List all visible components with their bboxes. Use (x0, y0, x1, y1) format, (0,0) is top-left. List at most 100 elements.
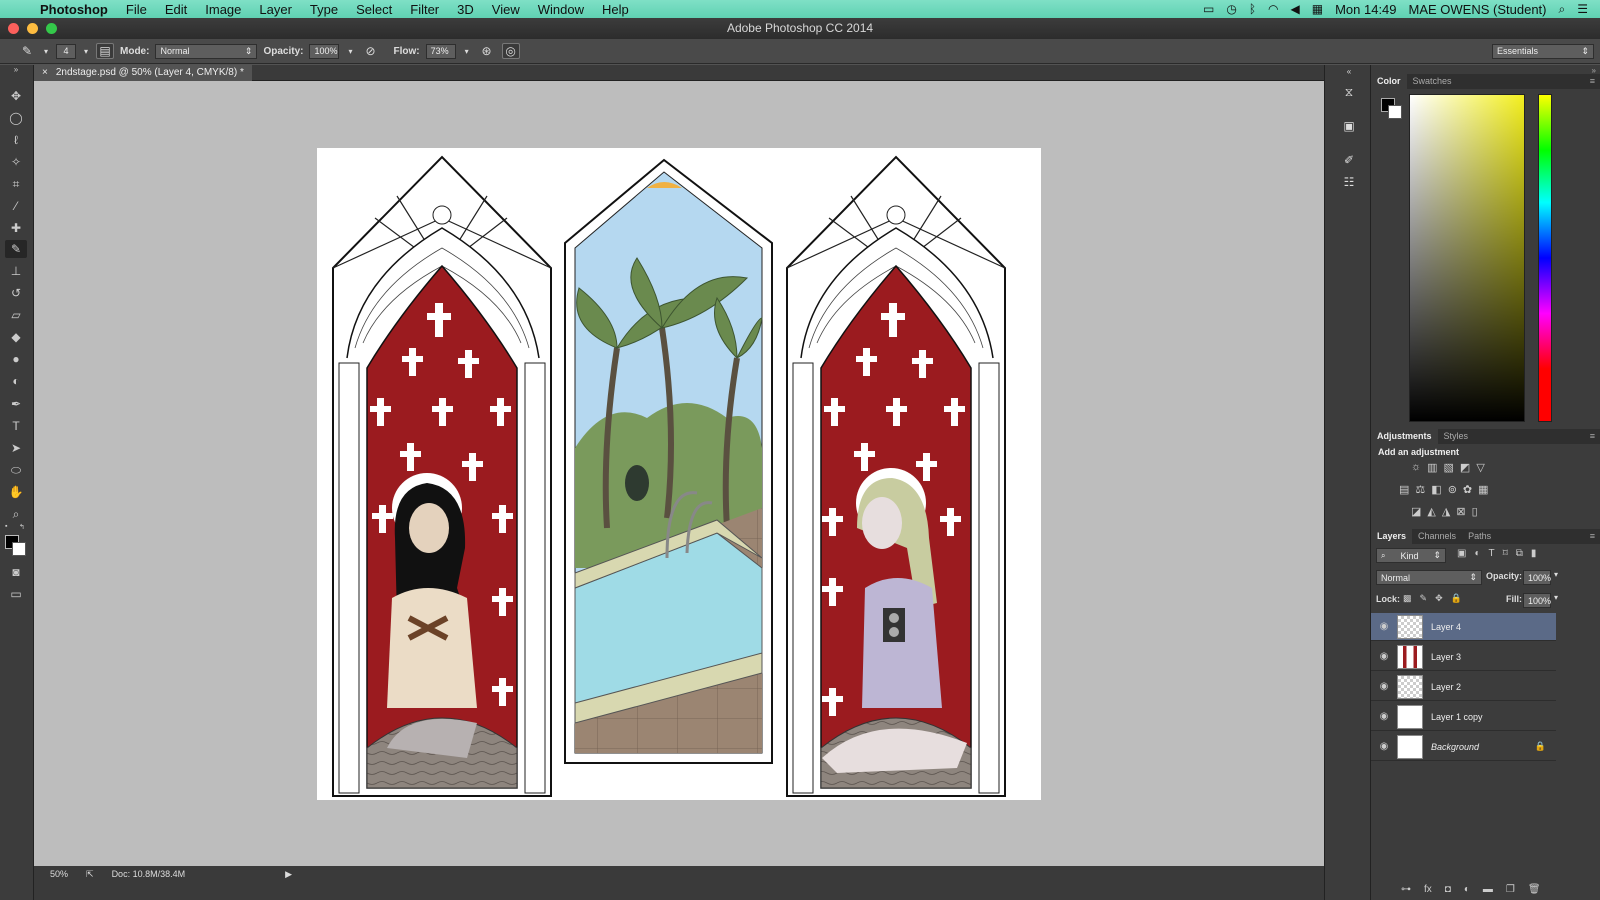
tab-paths[interactable]: Paths (1462, 529, 1497, 544)
type-tool-icon[interactable]: T (5, 417, 27, 435)
document-tab[interactable]: × 2ndstage.psd @ 50% (Layer 4, CMYK/8) * (34, 65, 252, 81)
panel-menu-icon[interactable]: ≡ (1590, 429, 1600, 444)
canvas-area[interactable] (34, 81, 1324, 866)
bluetooth-icon[interactable]: ᛒ (1249, 2, 1256, 16)
history-brush-tool-icon[interactable]: ↺ (5, 284, 27, 302)
pressure-opacity-icon[interactable]: ⊘ (361, 43, 379, 59)
opacity-field[interactable]: 100% (309, 43, 340, 59)
layer-row[interactable]: ◉ Layer 3 (1371, 643, 1556, 671)
eye-icon[interactable]: ◉ (1371, 621, 1397, 632)
menu-select[interactable]: Select (356, 2, 392, 17)
collapse-panel-icon[interactable]: » (5, 65, 27, 75)
clock[interactable]: Mon 14:49 (1335, 2, 1396, 17)
volume-icon[interactable]: ◀ (1291, 2, 1300, 16)
color-balance-icon[interactable]: ⚖ (1415, 483, 1425, 496)
wifi-icon[interactable]: ◠ (1268, 2, 1278, 16)
curves-icon[interactable]: ▧ (1444, 461, 1454, 474)
brush-panel-icon[interactable]: ✐ (1340, 153, 1358, 169)
opacity-slider-icon[interactable]: ▾ (1554, 570, 1558, 579)
history-panel-icon[interactable]: ⧖ (1340, 85, 1358, 101)
posterize-icon[interactable]: ◭ (1427, 505, 1435, 518)
zoom-window-icon[interactable] (46, 23, 57, 34)
flow-field[interactable]: 73% (425, 43, 456, 59)
airbrush-icon[interactable]: ⊛ (478, 43, 496, 59)
hand-tool-icon[interactable]: ✋ (5, 483, 27, 501)
link-layers-icon[interactable]: ⊶ (1401, 884, 1411, 895)
collapse-panels-icon[interactable]: « (1340, 67, 1358, 83)
lock-transparent-icon[interactable]: ▩ (1403, 593, 1412, 604)
menu-image[interactable]: Image (205, 2, 241, 17)
menu-3d[interactable]: 3D (457, 2, 474, 17)
brush-presets-panel-icon[interactable]: ☷ (1340, 175, 1358, 191)
move-tool-icon[interactable]: ✥ (5, 87, 27, 105)
screen-mode-icon[interactable]: ▭ (5, 585, 27, 603)
document-canvas[interactable] (317, 148, 1041, 800)
menu-file[interactable]: File (126, 2, 147, 17)
spotlight-icon[interactable]: ⌕ (1559, 2, 1566, 17)
vibrance-icon[interactable]: ▽ (1476, 461, 1484, 474)
levels-icon[interactable]: ▥ (1427, 461, 1437, 474)
export-icon[interactable]: ⇱ (86, 869, 94, 880)
new-layer-icon[interactable]: ❐ (1506, 884, 1515, 895)
layer-row[interactable]: ◉ Background 🔒 (1371, 733, 1556, 761)
menu-layer[interactable]: Layer (259, 2, 292, 17)
hue-saturation-icon[interactable]: ▤ (1399, 483, 1409, 496)
brush-dropdown-icon[interactable]: ▾ (82, 43, 90, 59)
layer-opacity-field[interactable]: 100% (1523, 570, 1551, 585)
channel-mixer-icon[interactable]: ✿ (1463, 483, 1472, 496)
brush-tool-preset-icon[interactable]: ✎ (18, 43, 36, 59)
minimize-window-icon[interactable] (27, 23, 38, 34)
dodge-tool-icon[interactable]: ◐ (5, 372, 27, 390)
tab-swatches[interactable]: Swatches (1407, 74, 1458, 89)
color-picker-field[interactable] (1409, 94, 1525, 422)
new-adjustment-layer-icon[interactable]: ◐ (1464, 884, 1470, 895)
eye-icon[interactable]: ◉ (1371, 681, 1397, 692)
swap-colors-icon[interactable]: ↰ (19, 523, 25, 531)
menu-help[interactable]: Help (602, 2, 629, 17)
tab-adjustments[interactable]: Adjustments (1371, 429, 1438, 444)
clone-stamp-tool-icon[interactable]: ⊥ (5, 262, 27, 280)
brush-tool-icon[interactable]: ✎ (5, 240, 27, 258)
pen-tool-icon[interactable]: ✒ (5, 395, 27, 413)
smart-object-filter-icon[interactable]: ⧉ (1516, 548, 1523, 559)
brush-size-picker[interactable]: 4 (56, 43, 76, 59)
selective-color-icon[interactable]: ⊠ (1456, 505, 1465, 518)
pressure-size-icon[interactable]: ◎ (501, 43, 520, 59)
threshold-icon[interactable]: ◮ (1442, 505, 1450, 518)
status-menu-arrow-icon[interactable]: ▶ (285, 869, 292, 880)
pixel-filter-icon[interactable]: ▣ (1457, 548, 1466, 559)
menu-type[interactable]: Type (310, 2, 338, 17)
panel-menu-icon[interactable]: ≡ (1590, 529, 1600, 544)
blur-tool-icon[interactable]: ● (5, 350, 27, 368)
gradient-map-icon[interactable]: ▯ (1472, 505, 1478, 518)
blend-mode-select[interactable]: Normal ⇕ (1376, 570, 1482, 585)
zoom-tool-icon[interactable]: ⌕ (5, 505, 27, 523)
delete-layer-icon[interactable]: 🗑 (1528, 884, 1541, 895)
quick-mask-icon[interactable]: ◙ (5, 563, 27, 581)
healing-brush-tool-icon[interactable]: ✚ (5, 219, 27, 237)
photo-filter-icon[interactable]: ⊚ (1448, 483, 1457, 496)
menu-view[interactable]: View (492, 2, 520, 17)
opacity-slider-icon[interactable]: ▾ (345, 43, 355, 59)
tab-layers[interactable]: Layers (1371, 529, 1413, 544)
layer-row[interactable]: ◉ Layer 1 copy (1371, 703, 1556, 731)
preset-dropdown-icon[interactable]: ▾ (42, 43, 50, 59)
brightness-contrast-icon[interactable]: ☼ (1411, 461, 1421, 474)
menu-filter[interactable]: Filter (410, 2, 439, 17)
invert-icon[interactable]: ◪ (1411, 505, 1421, 518)
app-menu[interactable]: Photoshop (40, 2, 108, 17)
layer-row[interactable]: ◉ Layer 2 (1371, 673, 1556, 701)
shape-tool-icon[interactable]: ⬭ (5, 461, 27, 479)
type-filter-icon[interactable]: T (1489, 548, 1495, 559)
flow-slider-icon[interactable]: ▾ (462, 43, 472, 59)
layer-fill-field[interactable]: 100% (1523, 593, 1551, 608)
tab-styles[interactable]: Styles (1438, 429, 1475, 444)
quick-selection-tool-icon[interactable]: ✧ (5, 153, 27, 171)
color-lookup-icon[interactable]: ▦ (1478, 483, 1488, 496)
eraser-tool-icon[interactable]: ▱ (5, 306, 27, 324)
user-name[interactable]: MAE OWENS (Student) (1409, 2, 1547, 17)
filter-toggle-icon[interactable]: ▮ (1531, 548, 1537, 559)
exposure-icon[interactable]: ◩ (1460, 461, 1470, 474)
hue-slider[interactable] (1538, 94, 1552, 422)
workspace-switcher[interactable]: Essentials ⇕ (1492, 43, 1594, 59)
